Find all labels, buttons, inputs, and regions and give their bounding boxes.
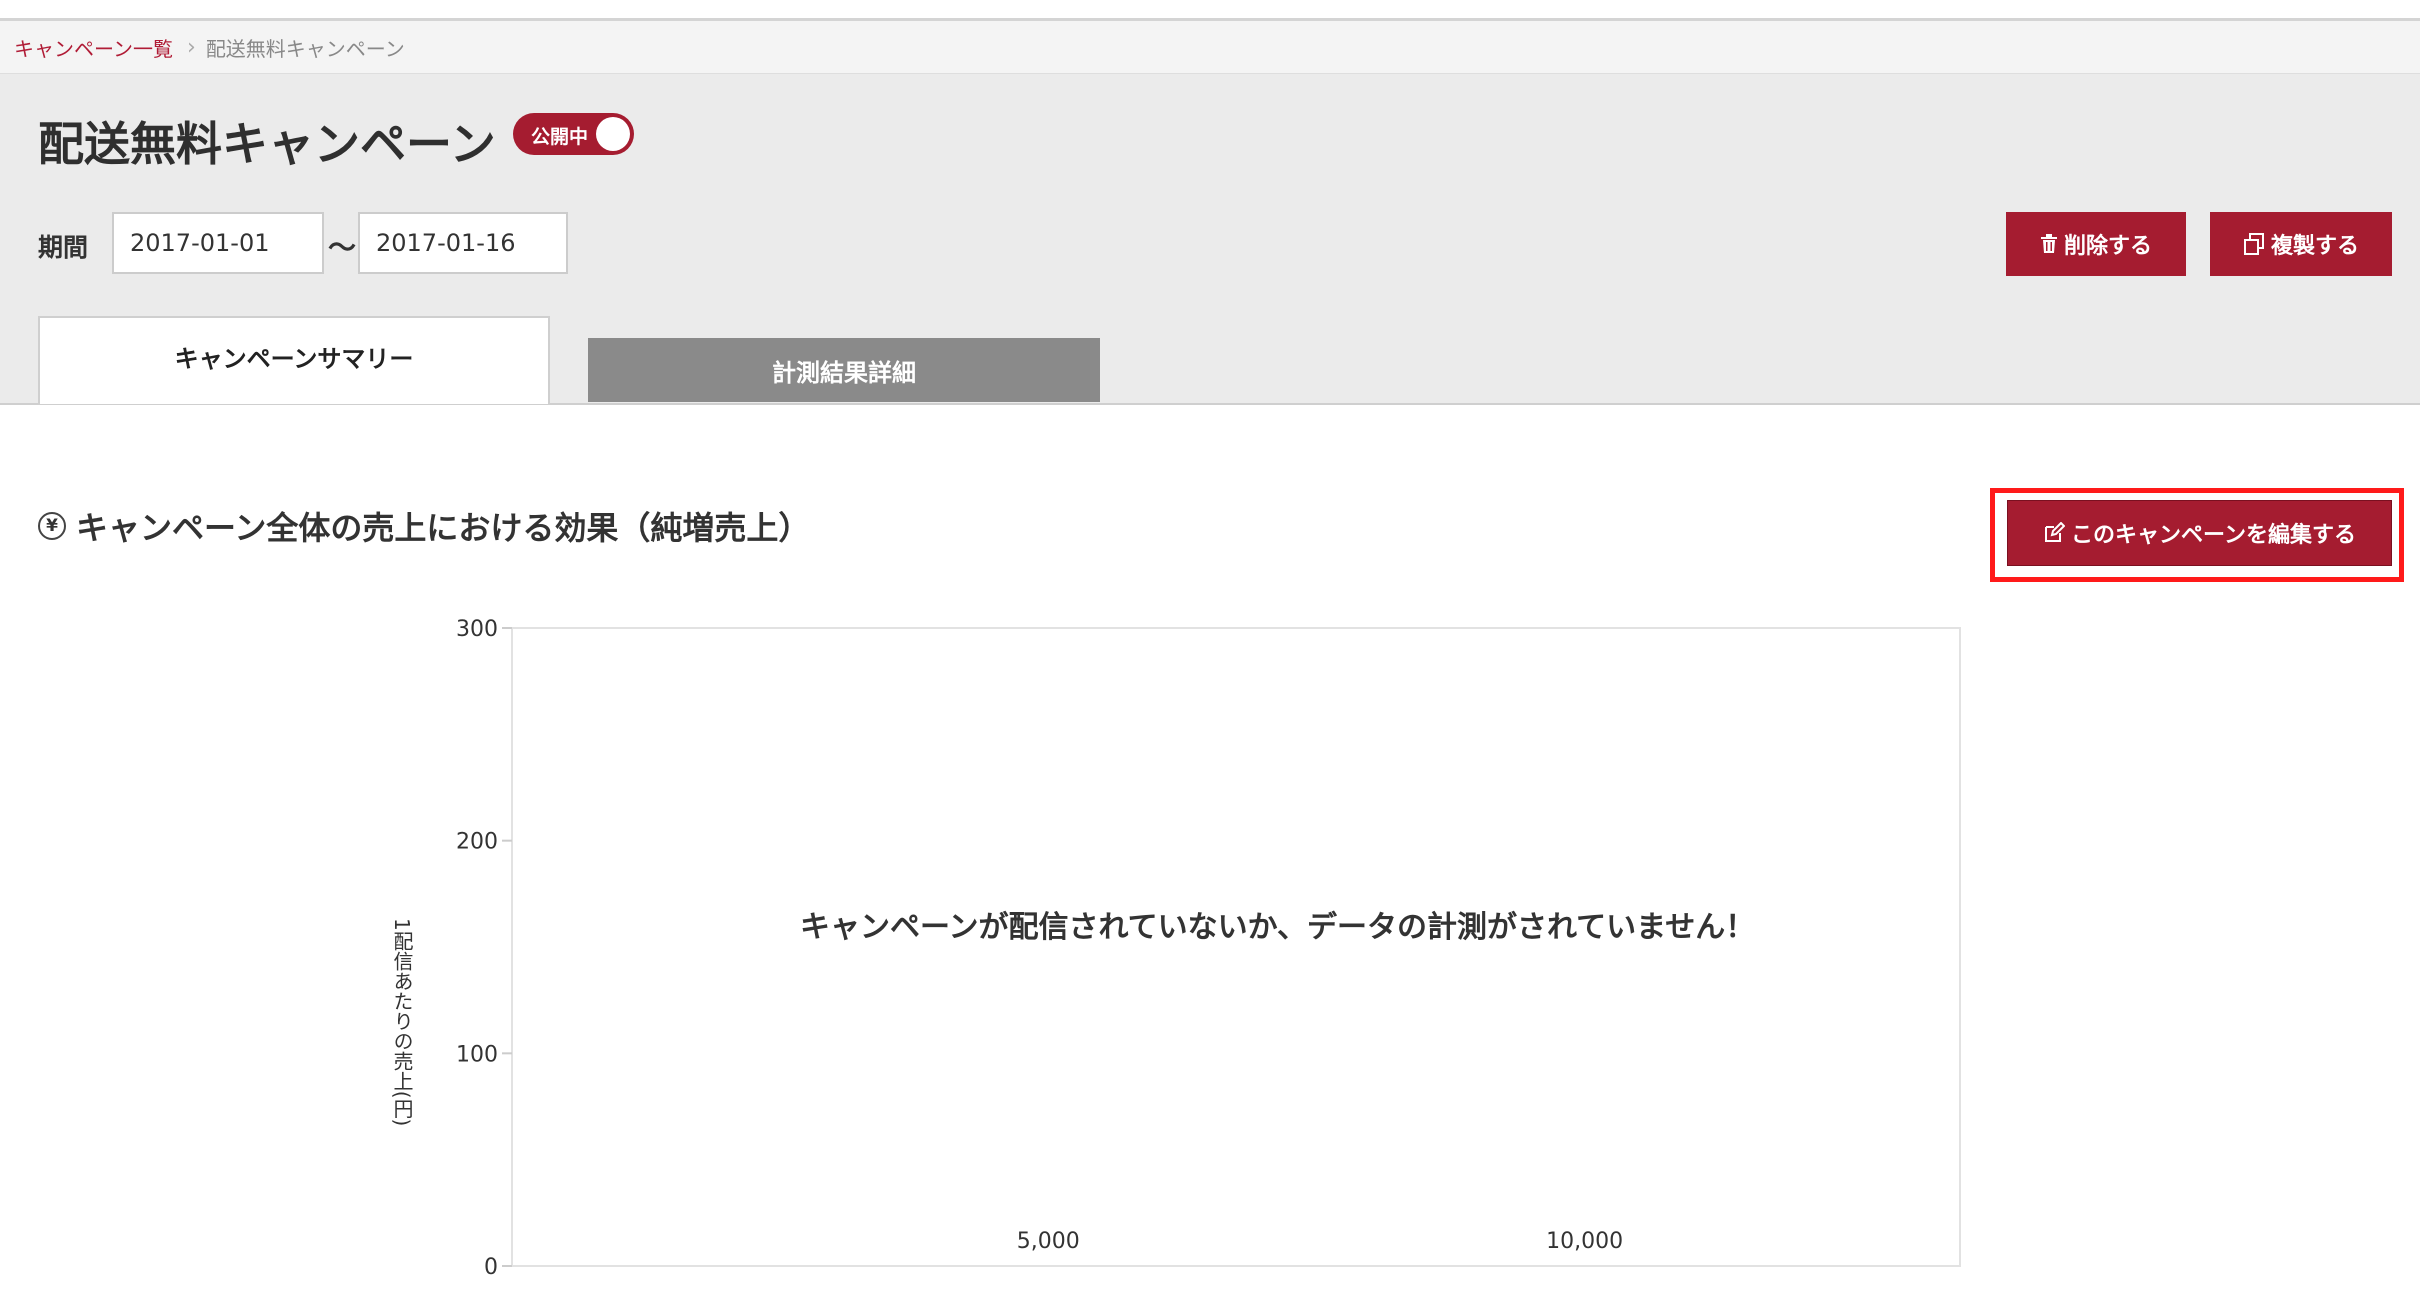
- y-tick-label: 0: [484, 1255, 498, 1280]
- breadcrumb-campaign-list-link[interactable]: キャンペーン一覧: [14, 33, 173, 62]
- breadcrumb-current: 配送無料キャンペーン: [205, 36, 405, 61]
- publish-status-toggle[interactable]: 公開中: [513, 113, 634, 155]
- copy-button[interactable]: 複製する: [2210, 212, 2392, 276]
- edit-icon: [2045, 522, 2066, 542]
- start-date-input[interactable]: [112, 212, 324, 274]
- section-title-text: キャンペーン全体の売上における効果（純増売上）: [76, 509, 811, 547]
- delete-button-label: 削除する: [2063, 234, 2152, 259]
- date-range-separator: 〜: [328, 231, 357, 264]
- edit-campaign-button-label: このキャンペーンを編集する: [2071, 523, 2356, 548]
- y-tick-label: 200: [456, 830, 498, 855]
- tab-campaign-summary[interactable]: キャンペーンサマリー: [38, 316, 550, 404]
- breadcrumb: キャンペーン一覧 › 配送無料キャンペーン: [0, 21, 2420, 74]
- chevron-right-icon: ›: [187, 34, 196, 60]
- y-axis-label: 1配信あたりの売上(円): [390, 918, 414, 1127]
- section-title: ¥ キャンペーン全体の売上における効果（純増売上）: [38, 503, 810, 549]
- top-border: [0, 0, 2420, 21]
- chart-canvas: 0 100 200 300 5,000 10,000: [456, 617, 1961, 1280]
- yen-icon: ¥: [38, 512, 66, 540]
- trash-icon: [2040, 234, 2057, 253]
- tab-measurement-details[interactable]: 計測結果詳細: [588, 338, 1100, 402]
- sales-effect-chart: 0 100 200 300 5,000 10,000: [0, 600, 2420, 1294]
- delete-button[interactable]: 削除する: [2006, 212, 2186, 276]
- status-badge: 公開中: [531, 126, 589, 148]
- end-date-input[interactable]: [358, 212, 568, 274]
- copy-icon: [2243, 233, 2264, 255]
- y-tick-label: 100: [456, 1042, 498, 1067]
- page-title: 配送無料キャンペーン: [38, 117, 496, 171]
- plot-area-frame: [511, 627, 1961, 1267]
- period-label: 期間: [38, 233, 89, 262]
- toggle-knob: [596, 117, 630, 151]
- no-data-message: キャンペーンが配信されていないか、データの計測がされていません！: [800, 910, 1756, 945]
- y-tick-label: 300: [456, 617, 498, 642]
- edit-campaign-button[interactable]: このキャンペーンを編集する: [2007, 500, 2392, 566]
- x-tick-label: 5,000: [1017, 1229, 1080, 1254]
- x-tick-label: 10,000: [1546, 1229, 1623, 1254]
- copy-button-label: 複製する: [2270, 234, 2359, 259]
